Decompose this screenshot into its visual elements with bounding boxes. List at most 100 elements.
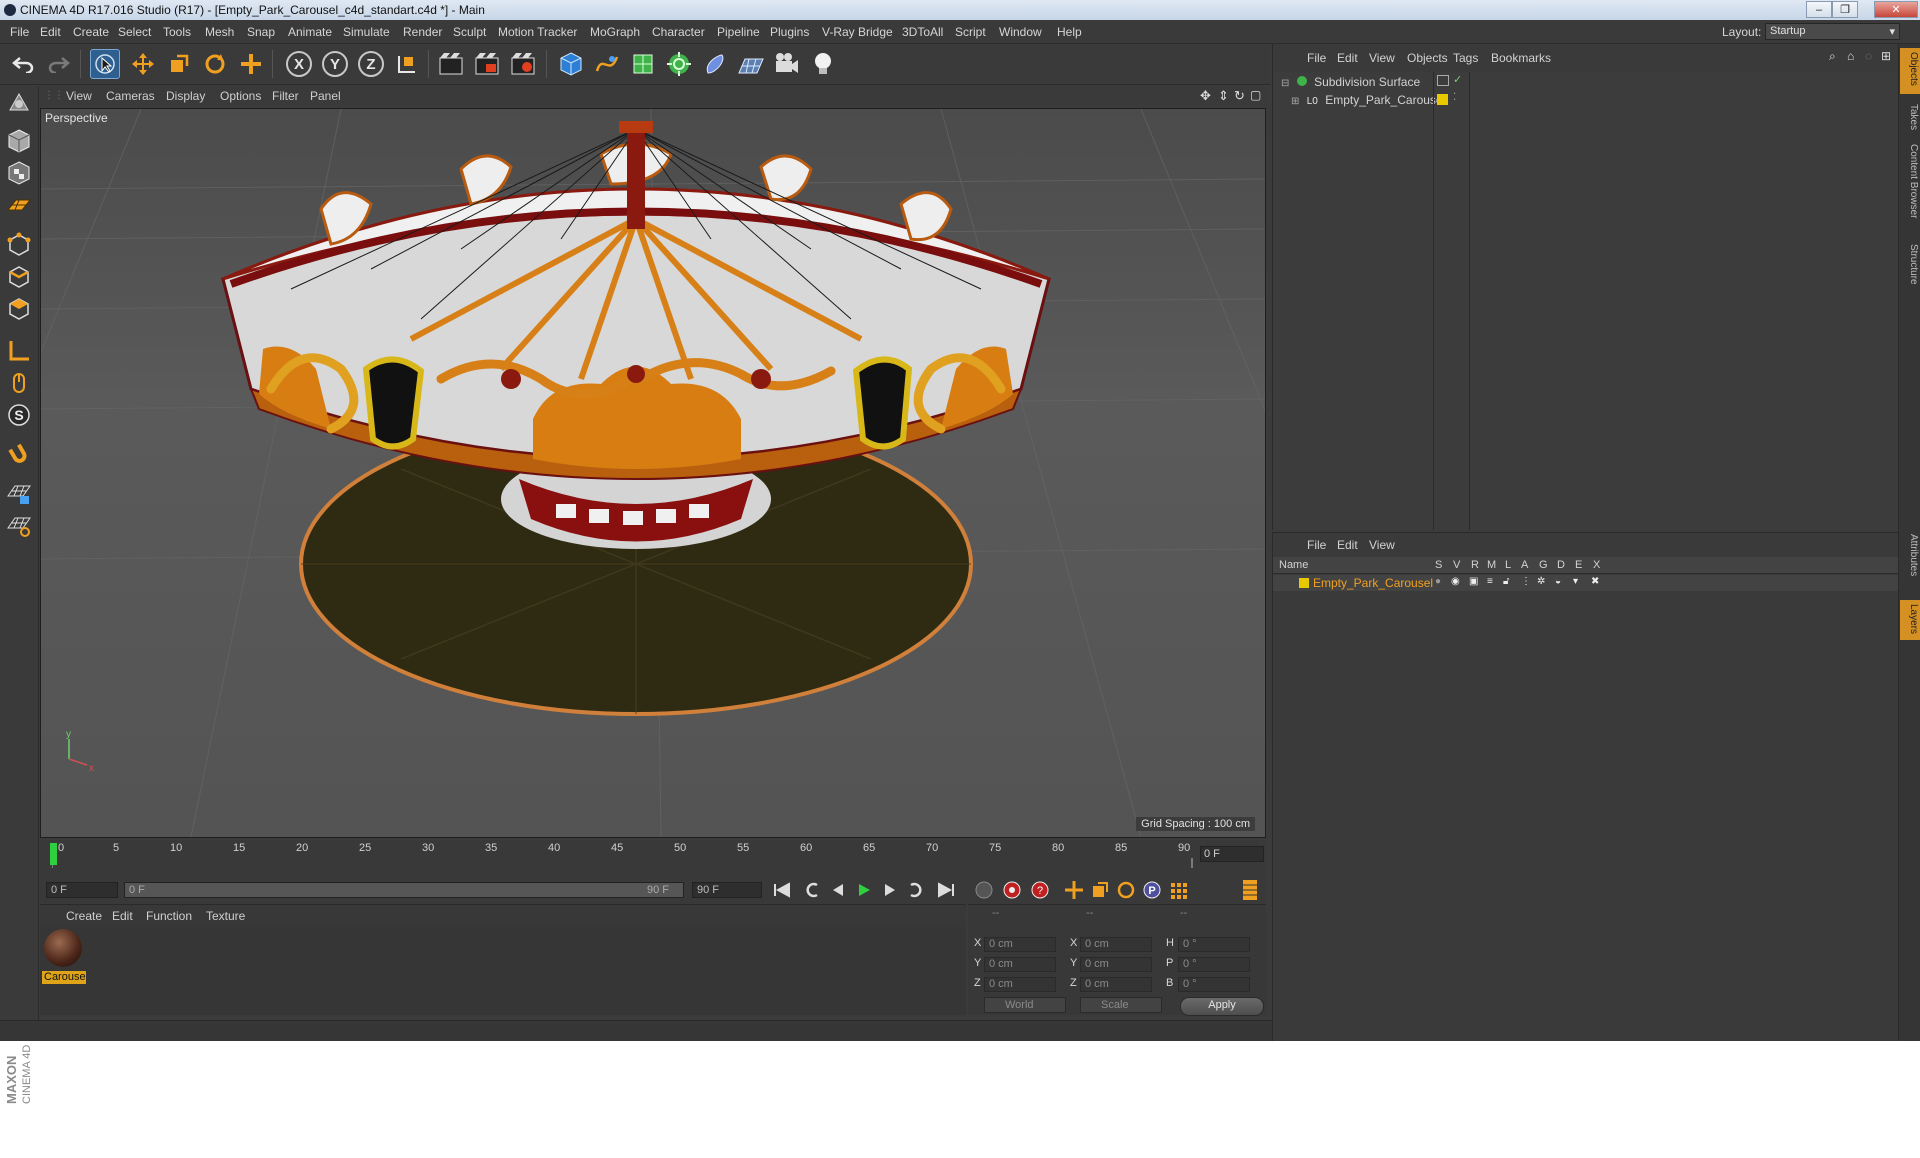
axis-mode-icon[interactable] — [4, 336, 34, 366]
position-key-icon[interactable] — [1062, 878, 1086, 902]
tab-structure[interactable]: Structure — [1901, 244, 1919, 285]
autokey-icon[interactable] — [1000, 878, 1024, 902]
rotation-p-field[interactable]: 0 ° — [1178, 957, 1250, 972]
camera-icon[interactable] — [772, 49, 802, 79]
home-icon[interactable]: ⌂ — [1847, 49, 1854, 63]
scale-key-icon[interactable] — [1088, 878, 1112, 902]
solo-toggle-icon[interactable]: ● — [1435, 576, 1441, 587]
menu-render[interactable]: Render — [403, 25, 442, 39]
search-icon[interactable]: ⌕ — [1829, 49, 1836, 64]
deformer-toggle-icon[interactable]: ◒ — [1555, 576, 1561, 587]
layer-color-swatch[interactable] — [1299, 578, 1309, 588]
viewport-menu-view[interactable]: View — [66, 89, 92, 103]
point-level-animation-icon[interactable] — [1166, 878, 1190, 902]
tab-objects[interactable]: Objects — [1901, 52, 1919, 86]
spline-pen-icon[interactable] — [592, 49, 622, 79]
next-frame-icon[interactable] — [878, 878, 902, 902]
edges-mode-icon[interactable] — [4, 262, 34, 292]
perspective-viewport[interactable]: Perspective y x Grid Spacing: 100 cm — [40, 108, 1266, 838]
column-generators[interactable]: G — [1539, 559, 1548, 571]
object-row-subdivision-surface[interactable]: ⊟ Subdivision Surface — [1281, 75, 1420, 93]
layer-menu-file[interactable]: File — [1307, 538, 1326, 552]
tab-attributes[interactable]: Attributes — [1901, 534, 1919, 576]
column-deformers[interactable]: D — [1557, 559, 1565, 571]
render-settings-icon[interactable] — [508, 49, 538, 79]
column-expressions[interactable]: E — [1575, 559, 1582, 571]
redo-icon[interactable] — [44, 49, 74, 79]
history-icon[interactable]: ◌ — [1865, 49, 1872, 63]
position-z-field[interactable]: 0 cm — [984, 977, 1056, 992]
menu-plugins[interactable]: Plugins — [770, 25, 809, 39]
menu-tools[interactable]: Tools — [163, 25, 191, 39]
object-menu-view[interactable]: View — [1369, 51, 1395, 65]
snap-magnet-icon[interactable] — [4, 440, 34, 470]
layer-color-swatch[interactable] — [1437, 94, 1448, 105]
keyframe-selection-icon[interactable]: ? — [1028, 878, 1052, 902]
size-y-field[interactable]: 0 cm — [1080, 957, 1152, 972]
menu-motion-tracker[interactable]: Motion Tracker — [498, 25, 577, 39]
go-to-end-icon[interactable] — [934, 878, 958, 902]
viewport-menu-options[interactable]: Options — [220, 89, 261, 103]
object-menu-edit[interactable]: Edit — [1337, 51, 1358, 65]
cloner-icon[interactable] — [664, 49, 694, 79]
workplane-axis-icon[interactable] — [4, 510, 34, 540]
render-toggle-icon[interactable]: ▣ — [1469, 576, 1478, 587]
menu-character[interactable]: Character — [652, 25, 705, 39]
move-tool-icon[interactable] — [128, 49, 158, 79]
object-menu-tags[interactable]: Tags — [1453, 51, 1478, 65]
size-z-field[interactable]: 0 cm — [1080, 977, 1152, 992]
play-forward-icon[interactable] — [852, 878, 876, 902]
subdivision-surface-icon[interactable] — [628, 49, 658, 79]
live-selection-icon[interactable] — [90, 49, 120, 79]
position-y-field[interactable]: 0 cm — [984, 957, 1056, 972]
menu-script[interactable]: Script — [955, 25, 986, 39]
viewport-menu-panel[interactable]: Panel — [310, 89, 341, 103]
parameter-key-icon[interactable]: P — [1140, 878, 1164, 902]
size-x-field[interactable]: 0 cm — [1080, 937, 1152, 952]
object-row-empty-park-carousel[interactable]: ⊞ L0 Empty_Park_Carousel — [1291, 93, 1445, 111]
rotation-key-icon[interactable] — [1114, 878, 1138, 902]
menu-file[interactable]: File — [10, 25, 29, 39]
layer-row[interactable]: Empty_Park_Carousel ● ◉ ▣ ≡ 🔓︎ ⋮ ✲ ◒ ▾ ✖ — [1273, 575, 1899, 591]
texture-mode-icon[interactable] — [4, 158, 34, 188]
end-frame-field[interactable]: 90 F — [692, 882, 762, 898]
coordinate-system-icon[interactable] — [392, 49, 422, 79]
viewport-rotate-icon[interactable]: ↻ — [1234, 88, 1245, 104]
rotation-h-field[interactable]: 0 ° — [1178, 937, 1250, 952]
model-mode-icon[interactable] — [4, 126, 34, 156]
material-preview-sphere[interactable] — [44, 929, 82, 967]
close-button[interactable]: ✕ — [1874, 1, 1918, 18]
column-solo[interactable]: S — [1435, 559, 1442, 571]
menu-vray-bridge[interactable]: V-Ray Bridge — [822, 25, 893, 39]
render-view-icon[interactable] — [436, 49, 466, 79]
viewport-menu-display[interactable]: Display — [166, 89, 205, 103]
workplane-mode-icon[interactable] — [4, 190, 34, 220]
material-menu-function[interactable]: Function — [146, 909, 192, 923]
collapse-icon[interactable]: ⊟ — [1281, 78, 1289, 89]
deformer-icon[interactable] — [700, 49, 730, 79]
generator-toggle-icon[interactable]: ✲ — [1537, 576, 1545, 587]
material-menu-create[interactable]: Create — [66, 909, 102, 923]
manager-toggle-icon[interactable]: ≡ — [1487, 576, 1493, 587]
x-axis-lock-button[interactable]: X — [286, 51, 312, 77]
timeline-window-icon[interactable] — [1238, 878, 1262, 902]
next-key-icon[interactable] — [904, 878, 928, 902]
frame-range-slider[interactable]: 0 F 90 F — [124, 882, 684, 898]
object-menu-file[interactable]: File — [1307, 51, 1326, 65]
column-visible[interactable]: V — [1453, 559, 1460, 571]
material-name[interactable]: Carousel — [42, 971, 86, 984]
new-view-icon[interactable]: ⊞ — [1881, 49, 1891, 63]
tab-layers[interactable]: Layers — [1901, 604, 1919, 634]
menu-3dtoall[interactable]: 3DToAll — [902, 25, 943, 39]
playhead-marker[interactable] — [50, 843, 57, 865]
column-render[interactable]: R — [1471, 559, 1479, 571]
menu-edit[interactable]: Edit — [40, 25, 61, 39]
viewport-maximize-icon[interactable]: ▢ — [1250, 88, 1261, 102]
minimize-button[interactable]: – — [1806, 1, 1832, 18]
menu-simulate[interactable]: Simulate — [343, 25, 390, 39]
menu-snap[interactable]: Snap — [247, 25, 275, 39]
size-mode-dropdown[interactable]: Scale — [1080, 997, 1162, 1013]
timeline-ruler[interactable]: 0 5 10 15 20 25 30 35 40 45 50 55 60 65 … — [40, 840, 1266, 874]
expression-toggle-icon[interactable]: ▾ — [1573, 576, 1578, 587]
object-menu-objects[interactable]: Objects — [1407, 51, 1448, 65]
